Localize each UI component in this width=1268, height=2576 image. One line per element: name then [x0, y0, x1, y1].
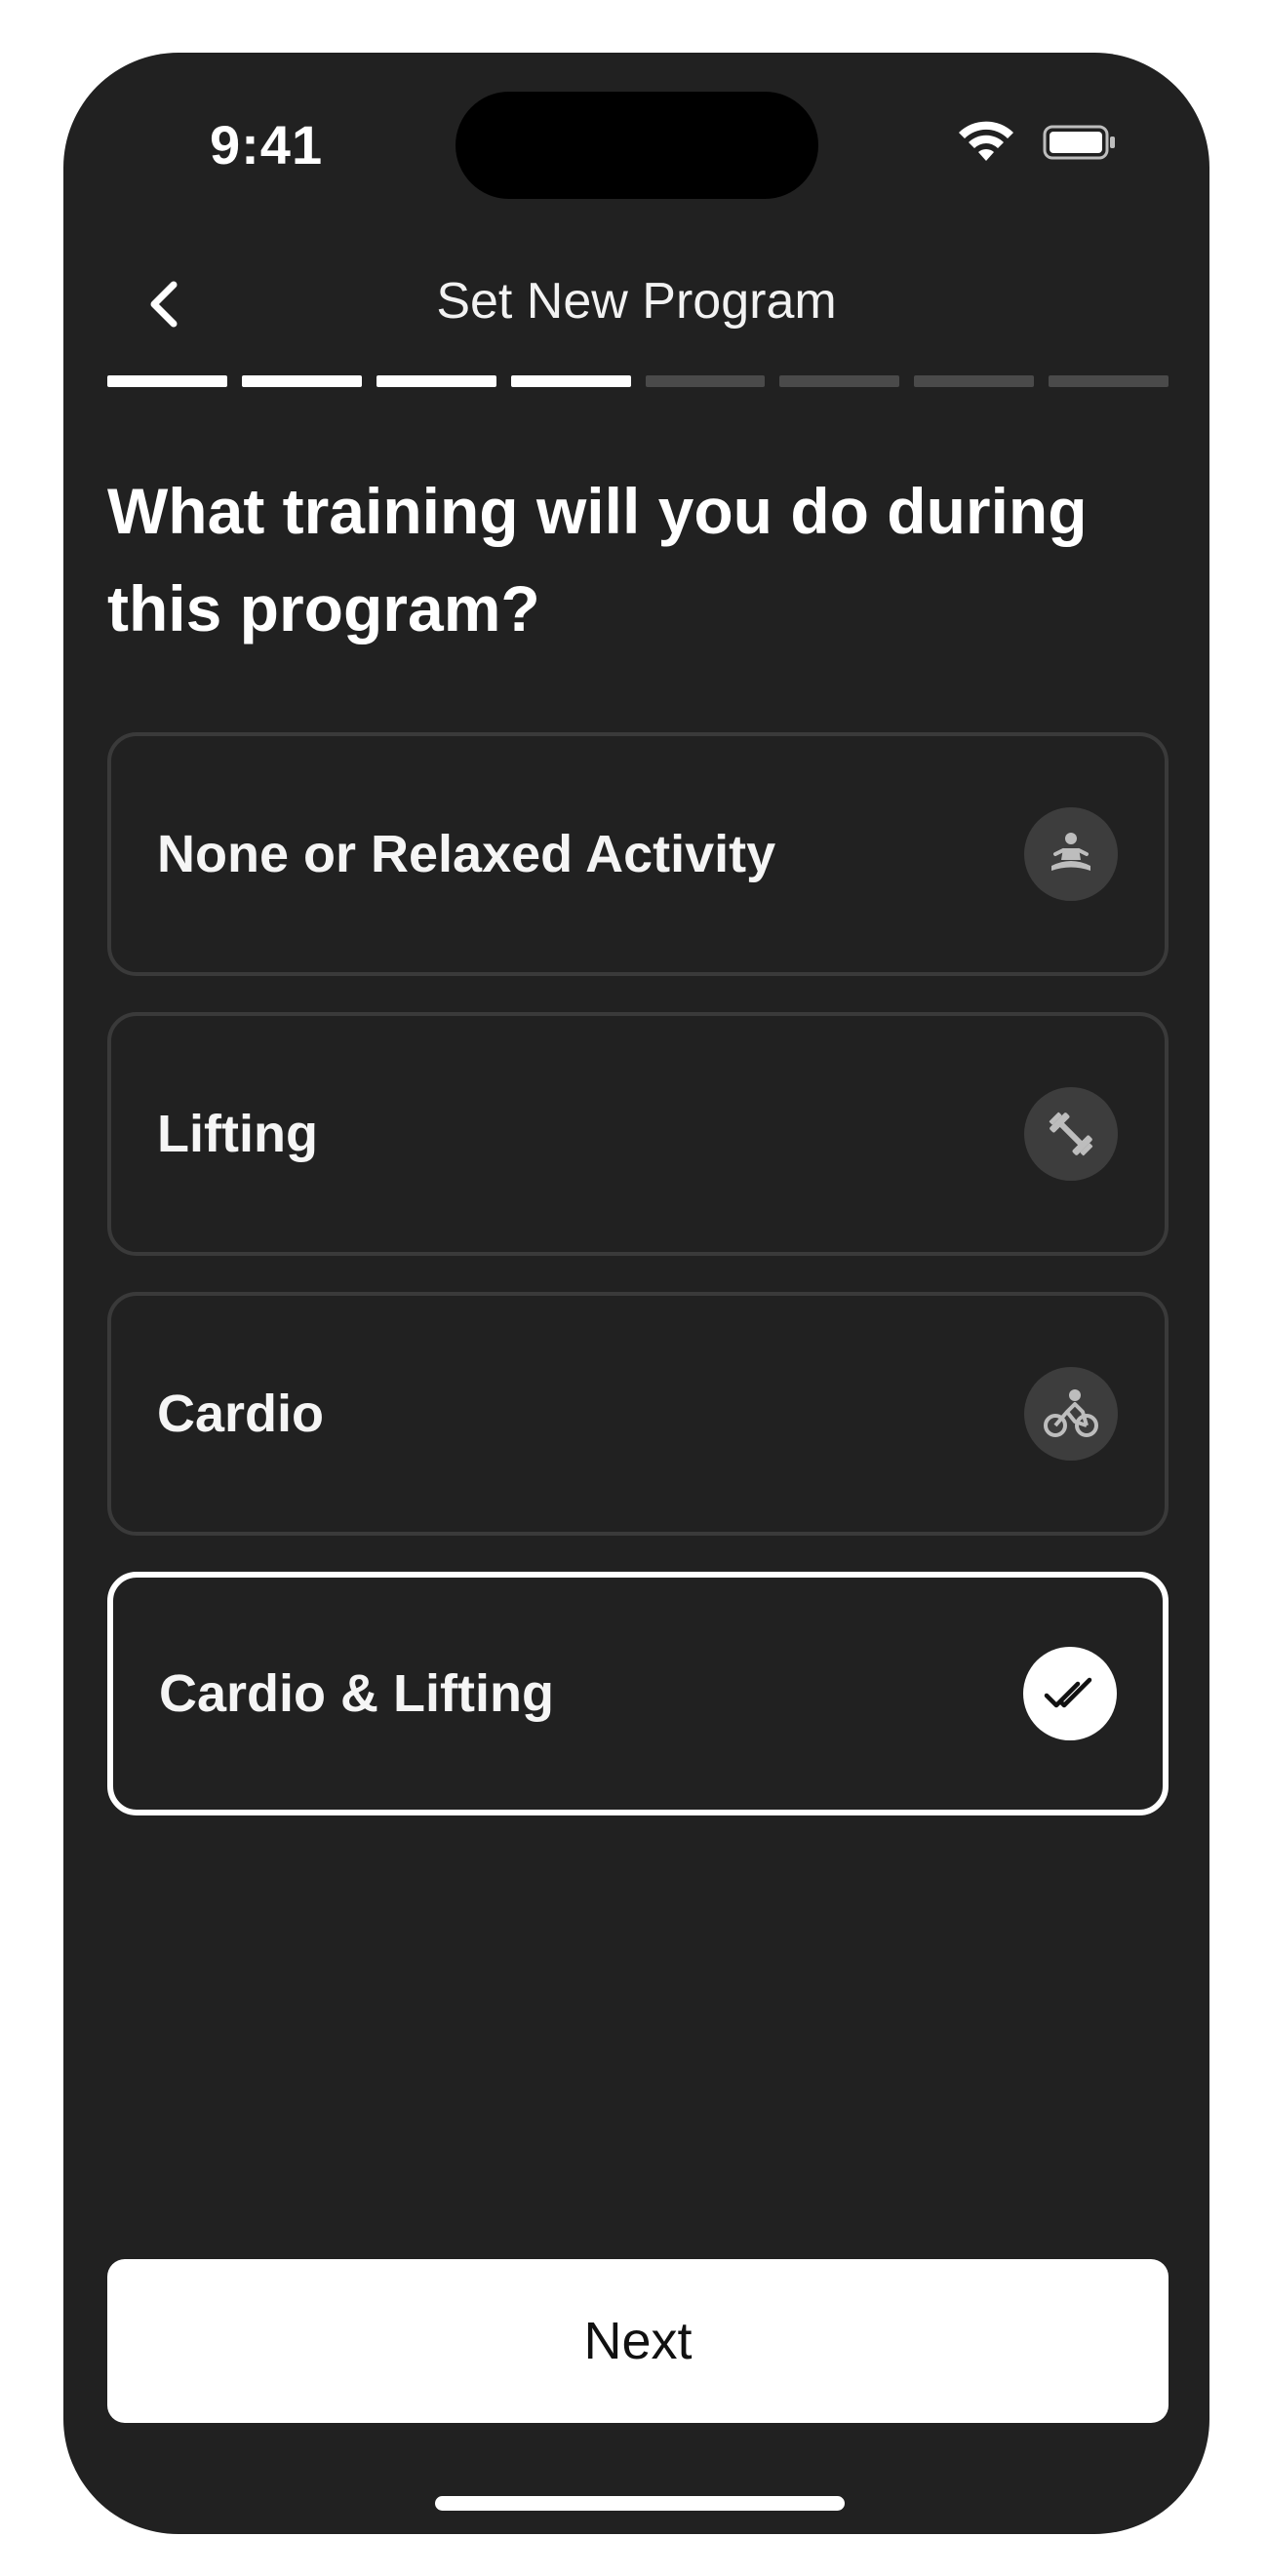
progress-segment [914, 375, 1035, 387]
progress-segment [107, 375, 227, 387]
battery-icon [1043, 125, 1115, 160]
option-cardio[interactable]: Cardio [107, 1292, 1169, 1536]
progress-segment [1049, 375, 1169, 387]
option-lifting[interactable]: Lifting [107, 1012, 1169, 1256]
cycling-icon [1024, 1367, 1118, 1461]
double-check-icon [1023, 1647, 1117, 1740]
meditation-icon [1024, 807, 1118, 901]
progress-segment [376, 375, 496, 387]
option-label: Cardio & Lifting [159, 1664, 554, 1723]
question-heading: What training will you do during this pr… [107, 475, 1088, 644]
option-label: None or Relaxed Activity [157, 825, 776, 883]
dumbbell-icon [1024, 1087, 1118, 1181]
phone-screen: 9:41 Set New Program What training will … [63, 53, 1209, 2534]
option-label: Lifting [157, 1105, 318, 1163]
step-progress-bar [107, 375, 1169, 387]
option-none-or-relaxed-activity[interactable]: None or Relaxed Activity [107, 732, 1169, 976]
next-button[interactable]: Next [107, 2259, 1169, 2423]
progress-segment [779, 375, 900, 387]
option-cardio-and-lifting[interactable]: Cardio & Lifting [107, 1572, 1169, 1815]
page-title: Set New Program [436, 273, 837, 330]
progress-segment [510, 375, 631, 387]
status-time: 9:41 [210, 114, 324, 176]
option-label: Cardio [157, 1385, 325, 1443]
home-indicator[interactable] [435, 2496, 845, 2511]
progress-segment [241, 375, 362, 387]
progress-segment [645, 375, 766, 387]
dynamic-island [456, 92, 818, 199]
wifi-icon [959, 121, 1013, 161]
